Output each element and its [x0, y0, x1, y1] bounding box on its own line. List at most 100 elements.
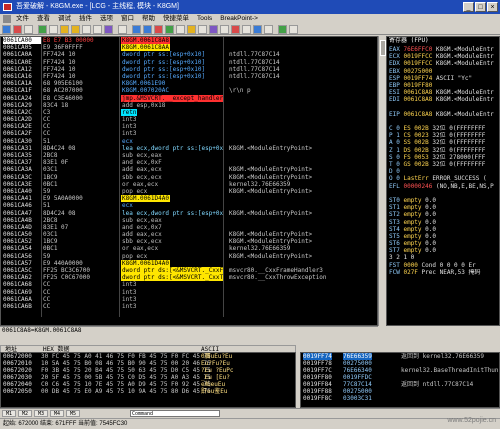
disasm-row[interactable]: 0061CA3E 0BC1 or eax,ecx kernel32.76E66359: [1, 181, 377, 188]
references-window-icon[interactable]: [242, 25, 251, 34]
register-line[interactable]: [387, 104, 499, 111]
register-line[interactable]: ST2 empty 0.0: [387, 211, 499, 218]
minimize-button[interactable]: _: [463, 2, 474, 12]
register-line[interactable]: EFL 00000246 (NO,NB,E,BE,NS,P: [387, 183, 499, 190]
disasm-row[interactable]: 0061CA2F CC int3: [1, 130, 377, 137]
disasm-row[interactable]: 0061CA52 1BC9 sbb ecx,ecx K8GM.<ModuleEntry…: [1, 238, 377, 245]
disasm-row[interactable]: 0061CA37 83E1 0F and ecx,0xF: [1, 159, 377, 166]
help-icon[interactable]: [289, 25, 298, 34]
menu-item-shortcut[interactable]: 快捷菜单: [163, 14, 189, 24]
menu-item-tools[interactable]: Tools: [197, 14, 212, 24]
execute-till-return-icon[interactable]: [104, 25, 113, 34]
dump-row[interactable]: 00672010 10 5A 45 75 B0 08 46 75 B0 90 45…: [1, 360, 295, 367]
stack-row[interactable]: 0019FF80 0019FFDC: [301, 374, 499, 381]
disasm-row[interactable]: 0061CA3C 1BC9 sbb ecx,ecx K8GM.<ModuleEntry…: [1, 174, 377, 181]
disasm-row[interactable]: 0061CA16 FF7424 10 dword ptr ss:[esp+0x10]…: [1, 73, 377, 80]
register-line[interactable]: ST6 empty 0.0: [387, 240, 499, 247]
handles-window-icon[interactable]: [187, 25, 196, 34]
dump-row[interactable]: 00672000 30 FC 45 75 A0 41 46 75 F0 FB 45…: [1, 353, 295, 360]
cpu-disassembly-pane[interactable]: 0061CA00 E8 E7 B3 00000 K8GM.0061C8A8 0061C…: [0, 36, 378, 326]
disasm-row[interactable]: 0061CA0E FF7424 10 dword ptr ss:[esp+0x10]…: [1, 59, 377, 66]
stack-row[interactable]: 0019FF74 76E66359 返回到 kernel32.76E66359: [301, 353, 499, 360]
dump-row[interactable]: 00672030 20 5F 45 75 00 5B 45 75 C0 D5 45…: [1, 374, 295, 381]
menu-item-debug[interactable]: 调试: [58, 14, 71, 24]
dump-tab-m5[interactable]: M5: [66, 410, 80, 417]
disasm-row[interactable]: 0061CA2E CC int3: [1, 123, 377, 130]
maximize-button[interactable]: □: [475, 2, 486, 12]
menu-item-breakpoint[interactable]: BreakPoint->: [220, 14, 258, 24]
disasm-row[interactable]: 0061CA05 E9 36F0FFFF K8GM.0061C8AA: [1, 44, 377, 52]
dump-tab-m2[interactable]: M2: [18, 410, 32, 417]
register-line[interactable]: ESI 0061C8A8 K8GM.<ModuleEntr: [387, 89, 499, 96]
disasm-row[interactable]: 0061CA00 E8 E7 B3 00000 K8GM.0061C8A8: [1, 37, 377, 45]
dump-row[interactable]: 00672050 00 DB 45 75 E0 A9 45 75 10 9A 45…: [1, 388, 295, 395]
stack-row[interactable]: 0019FF88 00275000: [301, 388, 499, 395]
disasm-row[interactable]: 0061CA29 83C4 18 add esp,0x18: [1, 102, 377, 109]
register-line[interactable]: A 0 SS 002B 32位 0(FFFFFFFF: [387, 139, 499, 146]
disasm-row[interactable]: 0061CA4B 2BC8 sub ecx,eax: [1, 217, 377, 224]
register-line[interactable]: T 0 GS 002B 32位 0(FFFFFFFF: [387, 161, 499, 168]
register-line[interactable]: ST7 empty 0.0: [387, 247, 499, 254]
disasm-row[interactable]: 0061CA54 0BC1 or eax,ecx kernel32.76E66359: [1, 245, 377, 252]
disasm-row[interactable]: 0061CA62 FF25 C0C67000 dword ptr ds:[<&MSV…: [1, 274, 377, 282]
register-line[interactable]: 3 2 1 0: [387, 254, 499, 261]
register-line[interactable]: FST 0000 Cond 0 0 0 0 Er: [387, 262, 499, 269]
dump-row[interactable]: 00672040 C0 C6 45 75 10 7E 45 75 A0 D9 45…: [1, 381, 295, 388]
pause-icon[interactable]: [49, 25, 58, 34]
run-trace-icon[interactable]: [253, 25, 262, 34]
register-line[interactable]: EBP 0019FF80: [387, 82, 499, 89]
trace-over-icon[interactable]: [93, 25, 102, 34]
register-line[interactable]: [387, 190, 499, 197]
dump-row[interactable]: 00672020 F0 3B 45 75 20 B4 45 75 50 63 45…: [1, 367, 295, 374]
register-line[interactable]: ST4 empty 0.0: [387, 226, 499, 233]
stack-row[interactable]: 0019FF7C 76E66340 kernel32.BaseThreadInitT…: [301, 367, 499, 374]
registers-pane[interactable]: 寄存器 (FPU) EAX 76E6FFC0 K8GM.<ModuleEntr E…: [386, 36, 500, 326]
disasm-row[interactable]: 0061CA5C FF25 BC3C6700 dword ptr ds:[<&MSV…: [1, 267, 377, 274]
dump-tab-m4[interactable]: M4: [50, 410, 64, 417]
register-line[interactable]: FCW 027F Prec NEAR,53 掩码: [387, 269, 499, 276]
disasm-row[interactable]: 0061CA68 CC int3: [1, 281, 377, 288]
menu-item-view[interactable]: 查看: [37, 14, 50, 24]
disasm-row[interactable]: 0061CA50 03C1 add eax,ecx K8GM.<ModuleEntry…: [1, 231, 377, 238]
register-line[interactable]: D 0: [387, 168, 499, 175]
breakpoints-window-icon[interactable]: [231, 25, 240, 34]
log-window-icon[interactable]: [132, 25, 141, 34]
disasm-row[interactable]: 0061CA56 59 pop ecx K8GM.<ModuleEntryPoint>: [1, 253, 377, 260]
disasm-row[interactable]: 0061CA6B CC int3: [1, 303, 377, 310]
disasm-row[interactable]: 0061CA40 59 pop ecx K8GM.<ModuleEntryPoint>: [1, 188, 377, 195]
step-over-icon[interactable]: [71, 25, 80, 34]
disasm-row[interactable]: 0061CA1A 68 905E6100 K8GM.0061E90: [1, 80, 377, 87]
stack-row[interactable]: 0019FF84 77C87C14 返回到 ntdll.77C87C14: [301, 381, 499, 388]
disasm-row[interactable]: 0061CA30 51 ecx: [1, 138, 377, 145]
disasm-row[interactable]: 0061CA35 2BC8 sub ecx,eax: [1, 152, 377, 159]
close-button[interactable]: ×: [487, 2, 498, 12]
command-input[interactable]: Command: [130, 410, 220, 417]
restart-icon[interactable]: [13, 25, 22, 34]
disasm-row[interactable]: 0061CA2D CC int3: [1, 116, 377, 123]
register-line[interactable]: ST3 empty 0.0: [387, 219, 499, 226]
disasm-row[interactable]: 0061CA57 E9 440A0000 K8GM.0061D4A0: [1, 259, 377, 267]
menu-item-file[interactable]: 文件: [16, 14, 29, 24]
register-line[interactable]: EIP 0061C8A8 K8GM.<ModuleEntr: [387, 111, 499, 118]
register-line[interactable]: ST0 empty 0.0: [387, 197, 499, 204]
register-line[interactable]: S 0 FS 0053 32位 278000(FFF: [387, 154, 499, 161]
options-icon[interactable]: [278, 25, 287, 34]
register-line[interactable]: ESP 0019FF74 ASCII "Yc": [387, 75, 499, 82]
disasm-row[interactable]: 0061CA1F 68 AC207000 K8GM.007020AC \r\n p: [1, 87, 377, 94]
step-into-icon[interactable]: [60, 25, 69, 34]
close-process-icon[interactable]: [24, 25, 33, 34]
menu-item-plugins[interactable]: 插件: [79, 14, 92, 24]
register-line[interactable]: EBX 00275000: [387, 68, 499, 75]
disasm-row[interactable]: 0061CA69 CC int3: [1, 289, 377, 296]
disasm-row[interactable]: 0061CA3A 03C1 add eax,ecx K8GM.<ModuleEntry…: [1, 166, 377, 173]
disasm-row[interactable]: 0061CA12 FF7424 10 dword ptr ss:[esp+0x10]…: [1, 66, 377, 73]
cpu-scrollbar[interactable]: [378, 36, 386, 326]
modules-window-icon[interactable]: [143, 25, 152, 34]
callstack-window-icon[interactable]: [220, 25, 229, 34]
register-line[interactable]: P 1 CS 0023 32位 0(FFFFFFFF: [387, 132, 499, 139]
patches-window-icon[interactable]: [209, 25, 218, 34]
memory-dump-pane[interactable]: 00672000 30 FC 45 75 A0 41 46 75 F0 FB 45…: [0, 352, 296, 408]
register-line[interactable]: ECX 0019FFCC K8GM.<ModuleEntr: [387, 53, 499, 60]
register-line[interactable]: O 0 LastErr ERROR_SUCCESS (: [387, 175, 499, 182]
menu-item-window[interactable]: 窗口: [121, 14, 134, 24]
